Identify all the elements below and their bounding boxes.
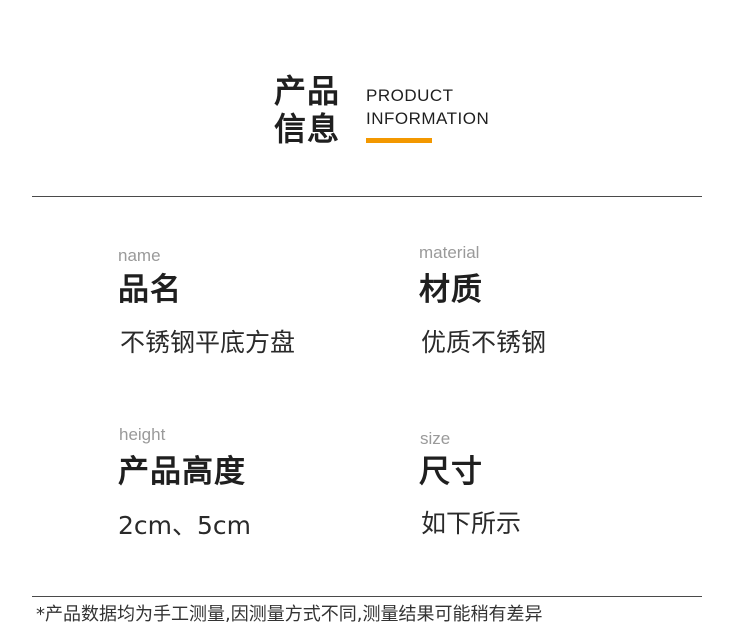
section-header: 产品 信息 PRODUCT INFORMATION xyxy=(274,72,504,152)
field-material-label-cn: 材质 xyxy=(419,272,483,308)
header-title-cn-line1: 产品 xyxy=(274,72,341,110)
top-divider xyxy=(32,196,702,197)
field-size-label-en: size xyxy=(420,429,451,448)
field-name-value: 不锈钢平底方盘 xyxy=(120,328,296,357)
bottom-divider xyxy=(32,596,702,597)
header-title-cn-line2: 信息 xyxy=(274,110,341,148)
measurement-footnote: *产品数据均为手工测量,因测量方式不同,测量结果可能稍有差异 xyxy=(36,604,543,625)
field-material-value: 优质不锈钢 xyxy=(421,328,547,357)
header-title-cn: 产品 信息 xyxy=(274,72,346,148)
header-title-en-line1: PRODUCT xyxy=(366,86,454,105)
header-title-en: PRODUCT INFORMATION xyxy=(366,84,489,130)
field-name-label-cn: 品名 xyxy=(118,272,182,308)
field-material-label-en: material xyxy=(419,243,480,262)
field-size-value: 如下所示 xyxy=(421,509,522,538)
field-name-label-en: name xyxy=(118,246,161,265)
field-height-label-cn: 产品高度 xyxy=(118,454,246,490)
header-accent-bar xyxy=(366,138,432,143)
field-height-label-en: height xyxy=(119,425,166,444)
field-height-value: 2cm、5cm xyxy=(118,511,252,540)
header-title-en-line2: INFORMATION xyxy=(366,109,490,128)
field-size-label-cn: 尺寸 xyxy=(419,454,483,490)
